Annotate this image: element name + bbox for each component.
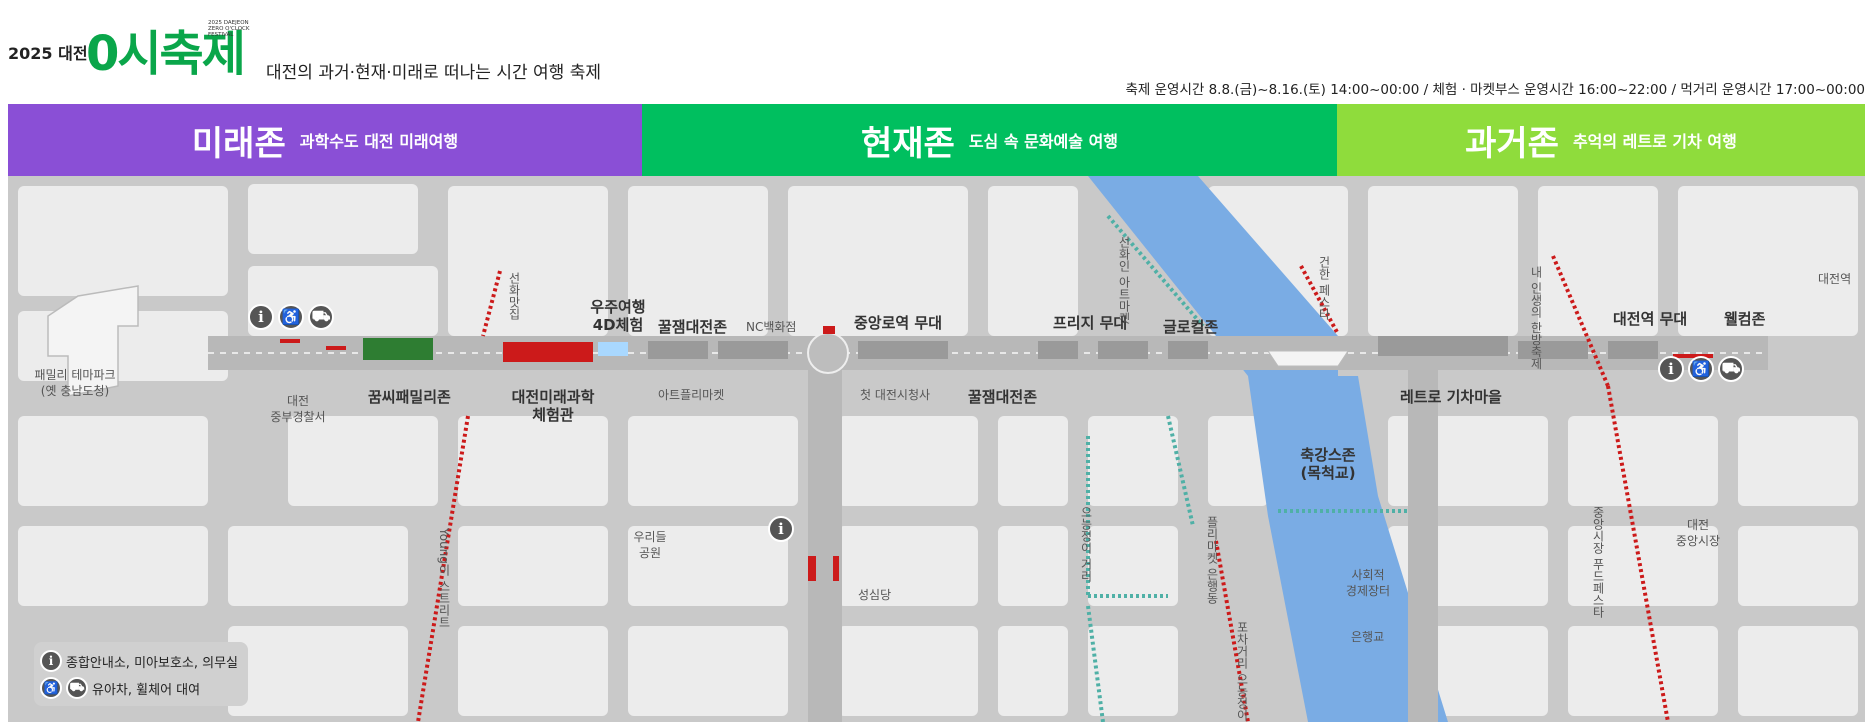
- label-jungangro-stage: 중앙로역 무대: [854, 314, 943, 332]
- label-daejeon-station: 대전역: [1818, 272, 1852, 286]
- label-market-1: 대전: [1686, 518, 1710, 532]
- street-young: Young이 스트리트: [437, 528, 451, 628]
- info-icon[interactable]: i: [768, 516, 794, 542]
- street-pocha: 포차거리 으능정이: [1235, 621, 1249, 721]
- label-space-2: 4D체험: [592, 316, 644, 334]
- street-nae-insaeng: 내 인생의 한방축제: [1529, 266, 1543, 370]
- label-old-city-hall: 첫 대전시청사: [860, 388, 931, 402]
- wheelchair-icon: ♿: [40, 677, 62, 699]
- zone-present: 현재존 도심 속 문화예술 여행: [642, 104, 1337, 176]
- operating-hours: 축제 운영시간 8.8.(금)~8.16.(토) 14:00~00:00 / 체…: [1125, 82, 1865, 98]
- label-social-1: 사회적: [1351, 568, 1385, 582]
- label-daejeon-station-stage: 대전역 무대: [1613, 310, 1688, 328]
- info-icon: i: [40, 650, 62, 672]
- stroller-icon[interactable]: ⛟: [1718, 356, 1744, 382]
- label-eunhaeng-bridge: 은행교: [1351, 630, 1385, 644]
- street-gunhan: 건한 페스타: [1317, 256, 1331, 320]
- label-social-2: 경제장터: [1345, 584, 1391, 598]
- label-glocal-zone: 글로컬존: [1163, 318, 1219, 336]
- label-park-1: 우리들: [633, 530, 667, 544]
- zone-past: 과거존 추억의 레트로 기차 여행: [1337, 104, 1865, 176]
- header: 2025 대전 0시축제 2025 DAEJEON ZERO O'CLOCK F…: [0, 0, 1873, 104]
- info-icon[interactable]: i: [248, 304, 274, 330]
- zone-past-subtitle: 추억의 레트로 기차 여행: [1572, 132, 1737, 151]
- street-eunhaeng: 으능정이 거리: [1079, 506, 1093, 582]
- zone-present-title: 현재존: [860, 123, 955, 164]
- festival-tagline: 대전의 과거·현재·미래로 떠나는 시간 여행 축제: [266, 63, 601, 83]
- street-food-festa: 중앙시장 푸드페스타: [1591, 506, 1605, 618]
- stroller-icon[interactable]: ⛟: [308, 304, 334, 330]
- stroller-icon: ⛟: [66, 677, 88, 699]
- label-seongsimdang: 성심당: [858, 588, 892, 602]
- label-police-1: 대전: [286, 394, 310, 408]
- map-graphic: [8, 176, 1865, 722]
- logo-subtext: 2025 DAEJEON ZERO O'CLOCK FESTIVAL: [208, 20, 250, 38]
- info-icon[interactable]: i: [1658, 356, 1684, 382]
- wheelchair-icon[interactable]: ♿: [278, 304, 304, 330]
- label-art-flea-market: 아트플리마켓: [658, 388, 725, 402]
- label-retro-train-village: 레트로 기차마을: [1400, 388, 1502, 406]
- street-seonhwa: 선화맛집: [507, 272, 521, 320]
- zone-past-title: 과거존: [1465, 123, 1559, 164]
- label-market-2: 중앙시장: [1675, 534, 1721, 548]
- label-nc-department-store: NC백화점: [746, 320, 797, 334]
- label-park-2: 공원: [638, 546, 662, 560]
- legend-info-label: 종합안내소, 미아보호소, 의무실: [66, 655, 239, 671]
- label-science-2: 체험관: [532, 406, 574, 424]
- festival-map[interactable]: 패밀리 테마파크 (옛 충남도청) 대전 중부경찰서 꿈씨패밀리존 대전미래과학…: [8, 176, 1865, 722]
- legend-rental-label: 유아차, 휠체어 대여: [92, 682, 201, 698]
- zone-future-title: 미래존: [191, 123, 286, 164]
- label-kkumssi-zone: 꿈씨패밀리존: [368, 388, 451, 406]
- label-family-park: 패밀리 테마파크: [34, 368, 116, 382]
- map-legend: i 종합안내소, 미아보호소, 의무실 ♿ ⛟ 유아차, 휠체어 대여: [34, 642, 248, 706]
- zone-present-subtitle: 도심 속 문화예술 여행: [968, 132, 1119, 151]
- label-police-2: 중부경찰서: [270, 410, 326, 424]
- street-flea-market: 플리마켓 은행동: [1205, 516, 1219, 604]
- label-old-office: (옛 충남도청): [40, 384, 110, 398]
- wheelchair-icon[interactable]: ♿: [1688, 356, 1714, 382]
- zone-future: 미래존 과학수도 대전 미래여행: [8, 104, 642, 176]
- logo-year: 2025 대전: [8, 44, 88, 63]
- label-kkuljam-zone-1: 꿀잼대전존: [658, 318, 728, 336]
- label-welcome-zone: 웰컴존: [1724, 310, 1766, 328]
- zone-future-subtitle: 과학수도 대전 미래여행: [299, 132, 459, 151]
- label-kkuljam-zone-2: 꿀잼대전존: [968, 388, 1038, 406]
- label-river-zone-2: (목척교): [1300, 464, 1356, 482]
- street-art-market: 선화인 아트마켓: [1117, 236, 1131, 324]
